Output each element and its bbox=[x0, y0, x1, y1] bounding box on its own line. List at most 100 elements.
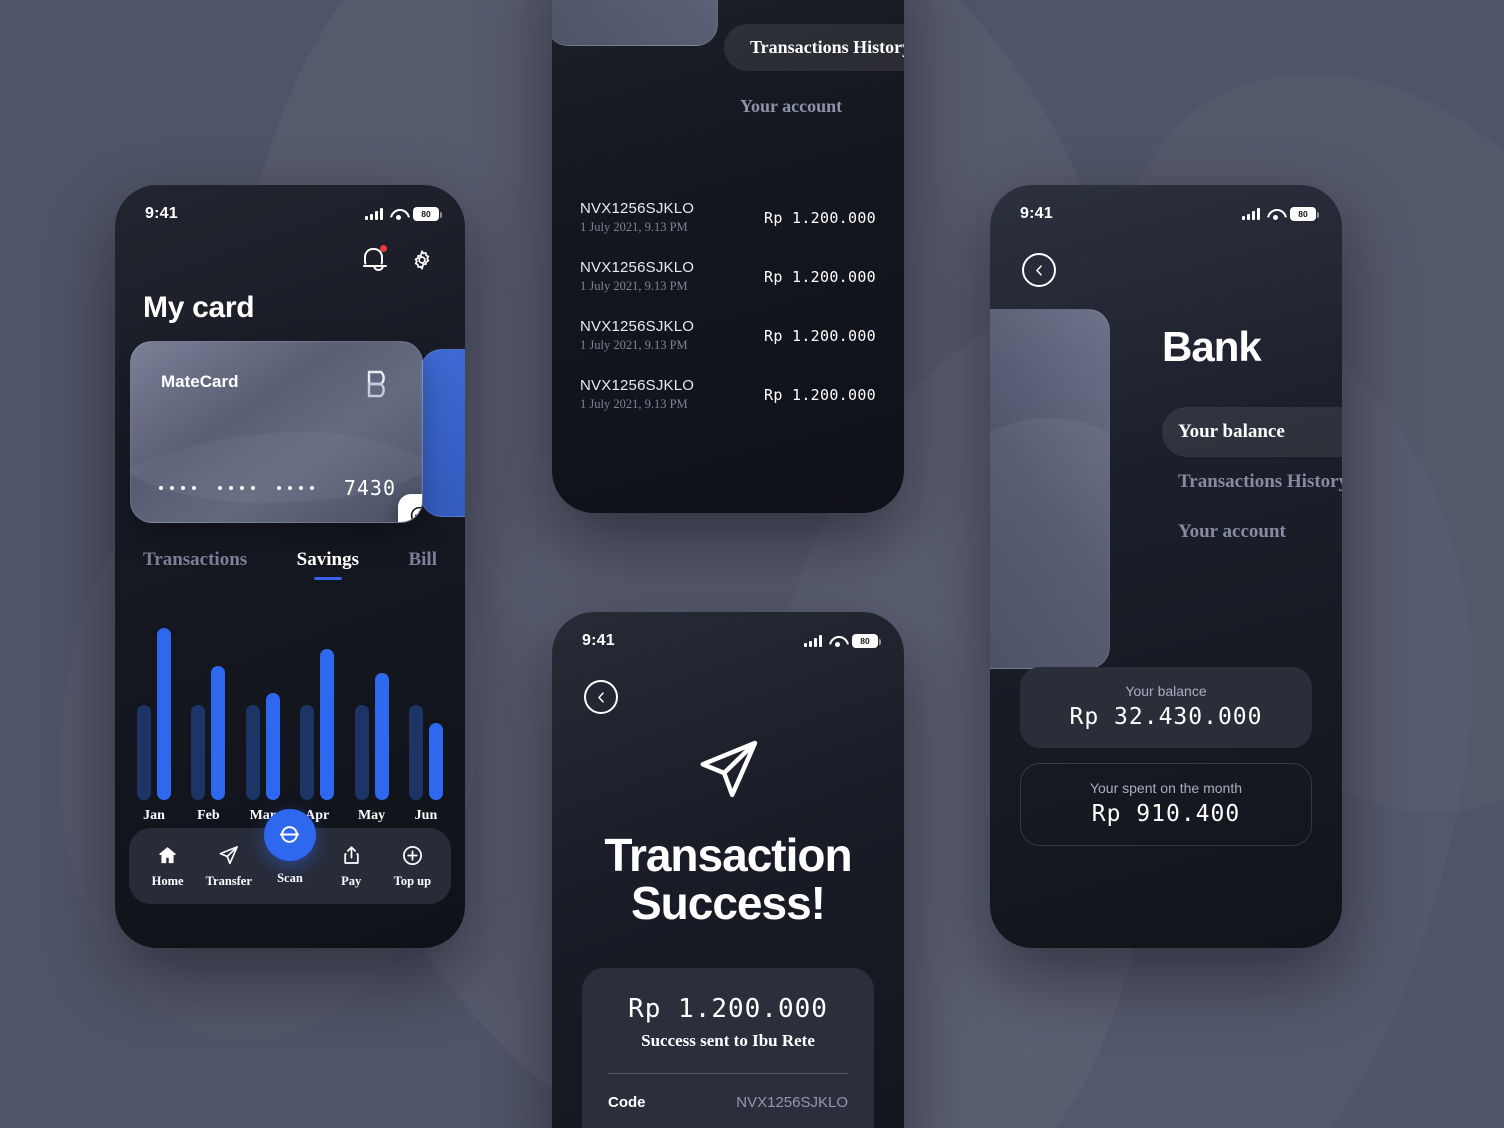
chart-bar-outcome bbox=[354, 705, 369, 800]
scan-button[interactable] bbox=[263, 808, 316, 861]
chart-bar-income bbox=[428, 722, 443, 800]
transaction-code: NVX1256SJKLO bbox=[580, 200, 695, 217]
transaction-date: 1 July 2021, 9.13 PM bbox=[580, 220, 688, 234]
wifi-icon bbox=[829, 635, 845, 647]
bank-menu-item-your-account[interactable]: Your account bbox=[990, 507, 1342, 557]
receipt-divider bbox=[608, 1073, 848, 1074]
chart-bar-group bbox=[191, 665, 226, 800]
transaction-info: NVX1256SJKLO 1 July 2021, 9.13 PM bbox=[580, 318, 694, 353]
nav-item-topup[interactable]: Top up bbox=[383, 843, 441, 889]
success-title-line1: Transaction bbox=[604, 829, 852, 881]
transaction-info: NVX1256SJKLO 1 July 2021, 9.13 PM bbox=[580, 200, 694, 235]
status-icons: 80 bbox=[1242, 207, 1319, 221]
balance-card-value: Rp 32.430.000 bbox=[1069, 704, 1263, 730]
card-number: 7430 bbox=[159, 476, 396, 500]
settings-gear-icon[interactable] bbox=[407, 245, 437, 275]
nav-item-scan[interactable]: Scan bbox=[261, 808, 319, 886]
cellular-signal-icon bbox=[1242, 208, 1260, 220]
header-actions bbox=[115, 231, 465, 275]
chart-bar-income bbox=[157, 628, 171, 800]
tab-bill[interactable]: Bill bbox=[408, 549, 437, 580]
chart-bar-group bbox=[245, 693, 280, 800]
nav-item-home[interactable]: Home bbox=[139, 843, 197, 889]
status-bar: 9:41 80 bbox=[115, 185, 465, 231]
chart-bar-group bbox=[354, 672, 389, 800]
phone-screen-transaction-success: 9:41 80 Transaction Success! Rp 1.200.00… bbox=[552, 612, 904, 1128]
transaction-code: NVX1256SJKLO bbox=[580, 377, 695, 394]
transaction-row[interactable]: NVX1256SJKLO 1 July 2021, 9.13 PM Rp 1.200… bbox=[580, 377, 876, 412]
phone-screen-my-card: 9:41 80 My card MateCard 7430 Transactio… bbox=[115, 185, 465, 948]
chart-bar-outcome bbox=[137, 705, 151, 800]
battery-icon: 80 bbox=[852, 634, 881, 648]
tab-savings[interactable]: Savings bbox=[297, 549, 359, 580]
transaction-code: NVX1256SJKLO bbox=[580, 259, 695, 276]
credit-card-matecard[interactable]: MateCard 7430 bbox=[130, 341, 423, 523]
send-icon bbox=[217, 843, 240, 867]
rotated-card-graphic bbox=[552, 0, 718, 46]
nav-item-transfer[interactable]: Transfer bbox=[200, 843, 258, 889]
balance-card: Your balance Rp 32.430.000 bbox=[1020, 667, 1312, 748]
plus-circle-icon bbox=[401, 843, 424, 867]
transaction-amount: Rp 1.200.000 bbox=[764, 208, 876, 227]
phone-screen-bank: 9:41 80 7430 Bank Your balance Transacti… bbox=[990, 185, 1342, 948]
send-success-icon bbox=[552, 734, 904, 806]
wifi-icon bbox=[1267, 208, 1283, 220]
link-your-account[interactable]: Your account bbox=[740, 96, 842, 117]
card-mask-group bbox=[159, 486, 196, 490]
bank-menu-item-transactions-history[interactable]: Transactions History bbox=[990, 457, 1342, 507]
battery-level: 80 bbox=[860, 635, 870, 646]
status-time: 9:41 bbox=[145, 205, 178, 222]
chart-bar-outcome bbox=[191, 705, 206, 800]
transaction-date: 1 July 2021, 9.13 PM bbox=[580, 397, 688, 411]
chart-bar-group bbox=[137, 628, 171, 800]
add-card-button[interactable] bbox=[398, 494, 422, 522]
cellular-signal-icon bbox=[365, 208, 383, 220]
secondary-card[interactable] bbox=[420, 349, 465, 517]
back-button[interactable] bbox=[1022, 253, 1056, 287]
notification-bell-icon[interactable] bbox=[359, 245, 389, 275]
status-icons: 80 bbox=[804, 634, 881, 648]
battery-icon: 80 bbox=[1290, 207, 1319, 221]
transaction-info: NVX1256SJKLO 1 July 2021, 9.13 PM bbox=[580, 259, 694, 294]
nav-label-topup: Top up bbox=[393, 874, 432, 888]
plus-circle-icon bbox=[410, 506, 422, 522]
chart-bar-group bbox=[408, 705, 443, 800]
back-button[interactable] bbox=[584, 680, 618, 714]
transaction-row[interactable]: NVX1256SJKLO 1 July 2021, 9.13 PM Rp 1.200… bbox=[580, 259, 876, 294]
spent-card-value: Rp 910.400 bbox=[1091, 801, 1241, 827]
transaction-info: NVX1256SJKLO 1 July 2021, 9.13 PM bbox=[580, 377, 694, 412]
transaction-code: NVX1256SJKLO bbox=[580, 318, 695, 335]
status-bar: 9:41 80 bbox=[552, 612, 904, 658]
card-carousel: MateCard 7430 bbox=[115, 341, 465, 531]
transaction-row[interactable]: NVX1256SJKLO 1 July 2021, 9.13 PM Rp 1.200… bbox=[580, 200, 876, 235]
status-icons: 80 bbox=[365, 207, 442, 221]
chart-bar-outcome bbox=[408, 705, 423, 800]
share-upload-icon bbox=[340, 843, 363, 867]
transaction-row[interactable]: NVX1256SJKLO 1 July 2021, 9.13 PM Rp 1.200… bbox=[580, 318, 876, 353]
nav-item-pay[interactable]: Pay bbox=[322, 843, 380, 889]
bottom-navigation-bar: Home Transfer Scan Pay Top up bbox=[129, 808, 451, 904]
chart-bar-group bbox=[300, 648, 335, 800]
chart-bar-income bbox=[211, 665, 226, 800]
battery-level: 80 bbox=[1298, 208, 1308, 219]
spent-card-label: Your spent on the month bbox=[1089, 780, 1243, 796]
status-time: 9:41 bbox=[1020, 205, 1053, 222]
spent-card: Your spent on the month Rp 910.400 bbox=[1020, 763, 1312, 846]
card-chip-logo-icon bbox=[367, 370, 385, 398]
tab-transactions-history[interactable]: Transactions History bbox=[724, 24, 904, 71]
nav-label-pay: Pay bbox=[341, 874, 362, 888]
transactions-list: NVX1256SJKLO 1 July 2021, 9.13 PM Rp 1.200… bbox=[552, 200, 904, 436]
balance-card-label: Your balance bbox=[1125, 683, 1207, 699]
bank-menu-item-your-balance[interactable]: Your balance bbox=[1162, 407, 1342, 457]
receipt-key-code: Code bbox=[608, 1094, 646, 1111]
receipt-value-code: NVX1256SJKLO bbox=[736, 1094, 848, 1111]
chart-bar-income bbox=[374, 672, 389, 800]
savings-bar-chart bbox=[115, 600, 465, 800]
status-time: 9:41 bbox=[582, 632, 615, 649]
tab-transactions[interactable]: Transactions bbox=[143, 549, 247, 580]
wifi-icon bbox=[390, 208, 406, 220]
chart-bar-income bbox=[265, 693, 280, 800]
bank-menu: Your balance Transactions History Your a… bbox=[990, 407, 1342, 557]
chart-bar-outcome bbox=[300, 705, 315, 800]
chart-x-label: Jun bbox=[414, 808, 438, 823]
